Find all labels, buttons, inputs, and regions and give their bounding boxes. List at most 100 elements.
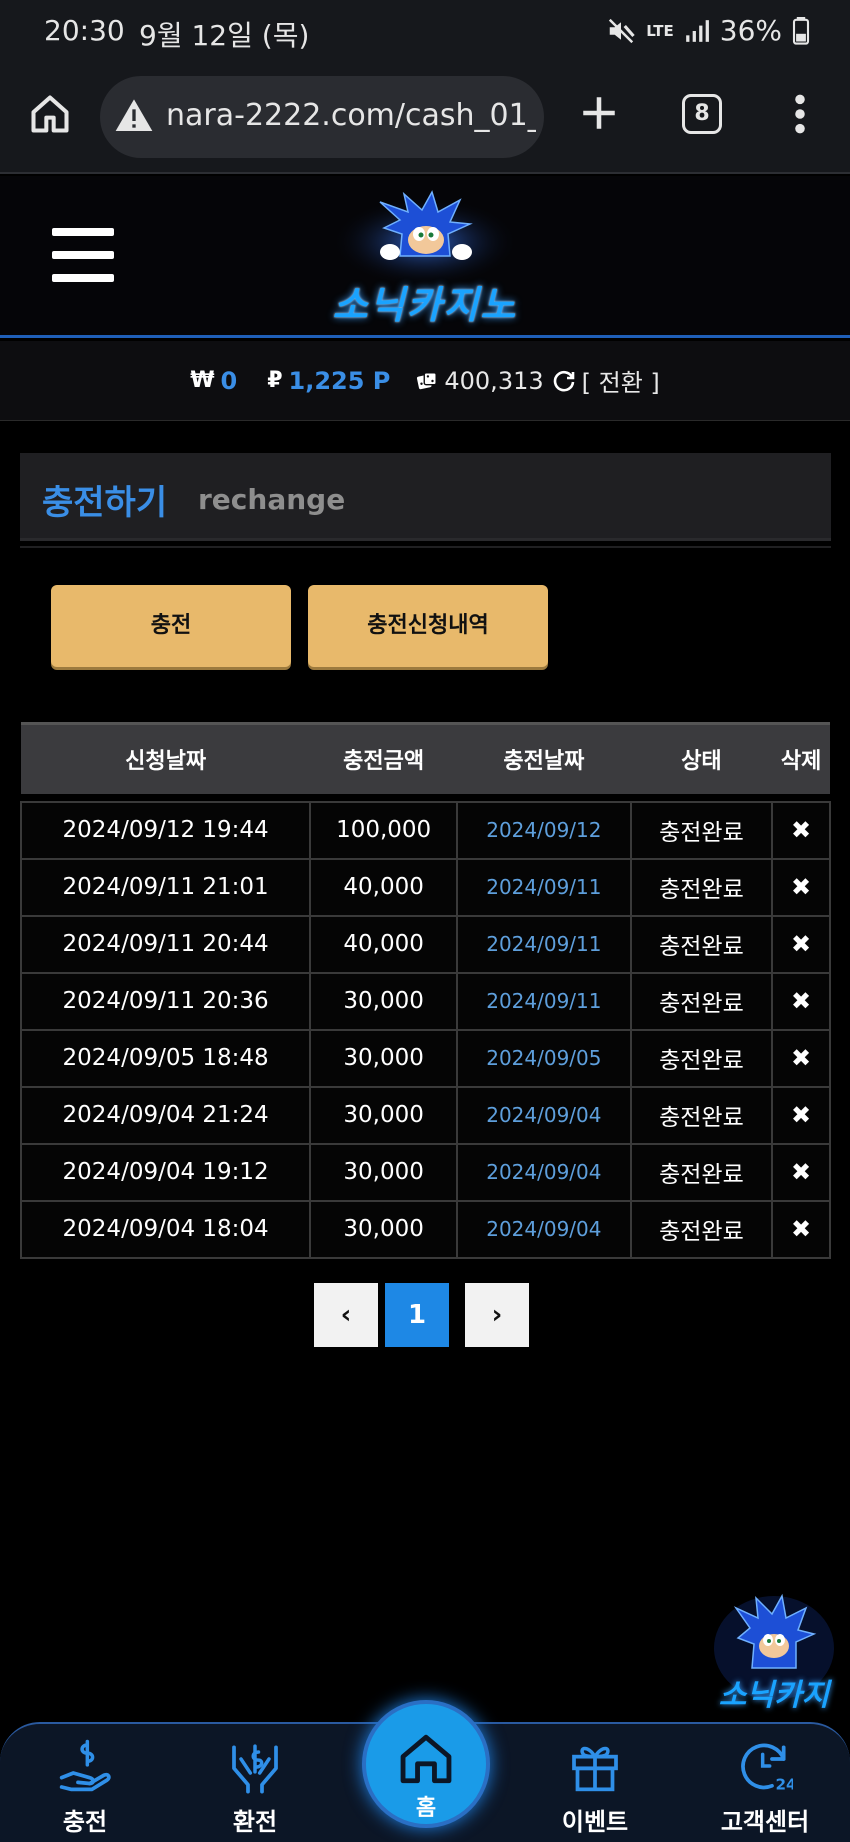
delete-x-icon[interactable]: ✖ [791,1044,811,1072]
browser-home-icon[interactable] [28,92,72,136]
cell-delete[interactable]: ✖ [771,857,831,917]
cell-delete[interactable]: ✖ [771,1085,831,1145]
cell-status: 충전완료 [629,800,774,860]
refresh-icon[interactable] [552,369,576,393]
section-subtitle: rechange [198,483,346,516]
new-tab-icon[interactable] [578,92,620,134]
next-page-button[interactable]: › [465,1283,529,1347]
nav-exchange[interactable]: 환전 [195,1738,315,1837]
delete-x-icon[interactable]: ✖ [791,873,811,901]
charge-history-table: 신청날짜 충전금액 충전날짜 상태 삭제 2024/09/12 19:44 100… [19,722,831,1259]
charge-button[interactable]: 충전 [51,585,291,667]
address-bar[interactable]: nara-2222.com/cash_01_1.a [100,76,544,158]
nav-event-label[interactable]: 이벤트 [535,1802,655,1837]
delete-x-icon[interactable]: ✖ [791,1215,811,1243]
cell-status: 충전완료 [629,1142,774,1202]
prev-page-button[interactable]: ‹ [314,1283,378,1347]
table-header-row: 신청날짜 충전금액 충전날짜 상태 삭제 [21,722,830,794]
cell-amount: 30,000 [309,1085,458,1145]
nav-home-button[interactable]: 홈 [362,1700,490,1828]
sonic-mascot-icon [330,190,520,288]
nav-charge[interactable]: 충전 [25,1738,145,1837]
cell-amount: 40,000 [309,857,458,917]
point-icon: ₽ [267,368,283,393]
tab-switcher-button[interactable]: 8 [682,94,722,134]
table-row: 2024/09/04 18:04 30,000 2024/09/04 충전완료 ✖ [19,1199,831,1259]
cell-amount: 100,000 [309,800,458,860]
cell-status: 충전완료 [629,1028,774,1088]
cell-request-date: 2024/09/04 21:24 [19,1085,312,1145]
balance-bar: ₩ 0 ₽ 1,225 P 400,313 [ 전환 ] [0,341,850,421]
table-row: 2024/09/04 19:12 30,000 2024/09/04 충전완료 ✖ [19,1142,831,1202]
url-text[interactable]: nara-2222.com/cash_01_1.a [166,98,536,133]
won-icon: ₩ [190,368,215,393]
status-date: 9월 12일 (목) [139,19,310,52]
network-label: LTE [646,21,674,40]
cell-request-date: 2024/09/11 21:01 [19,857,312,917]
nav-event[interactable]: 이벤트 [535,1738,655,1837]
cell-delete[interactable]: ✖ [771,914,831,974]
status-time: 20:30 [44,14,125,47]
nav-exchange-label[interactable]: 환전 [195,1802,315,1837]
won-balance: ₩ 0 [190,367,237,395]
gift-icon [572,1746,618,1792]
delete-x-icon[interactable]: ✖ [791,987,811,1015]
delete-x-icon[interactable]: ✖ [791,930,811,958]
home-icon [400,1734,452,1784]
menu-hamburger-icon[interactable] [52,228,114,284]
browser-toolbar: nara-2222.com/cash_01_1.a 8 [0,62,850,174]
convert-label[interactable]: [ 전환 ] [582,363,660,398]
more-options-icon[interactable] [786,92,814,136]
nav-support[interactable]: 24 고객센터 [705,1738,825,1837]
delete-x-icon[interactable]: ✖ [791,816,811,844]
charge-history-button[interactable]: 충전신청내역 [308,585,548,667]
cell-delete[interactable]: ✖ [771,800,831,860]
svg-text:24: 24 [776,1775,794,1793]
status-bar: 20:30 9월 12일 (목) LTE 36% [0,0,850,62]
cell-status: 충전완료 [629,1199,774,1259]
logo-text: 소닉카지노 [332,283,518,327]
cell-delete[interactable]: ✖ [771,1142,831,1202]
cell-delete[interactable]: ✖ [771,971,831,1031]
cell-status: 충전완료 [629,971,774,1031]
cell-amount: 30,000 [309,1199,458,1259]
cell-status: 충전완료 [629,857,774,917]
nav-home-label[interactable]: 홈 [366,1790,486,1822]
cell-request-date: 2024/09/11 20:36 [19,971,312,1031]
table-row: 2024/09/12 19:44 100,000 2024/09/12 충전완료 ✖ [19,800,831,860]
cell-charge-date: 2024/09/04 [456,1142,632,1202]
site-header: 소닉카지노 [0,176,850,338]
cell-charge-date: 2024/09/11 [456,971,632,1031]
cell-charge-date: 2024/09/11 [456,857,632,917]
chip-value: 400,313 [444,366,544,395]
cell-request-date: 2024/09/12 19:44 [19,800,312,860]
col-header-delete: 삭제 [772,722,830,794]
cell-status: 충전완료 [629,914,774,974]
cell-request-date: 2024/09/05 18:48 [19,1028,312,1088]
table-row: 2024/09/11 20:44 40,000 2024/09/11 충전완료 ✖ [19,914,831,974]
col-header-status: 상태 [630,722,773,794]
floating-logo-button[interactable]: 소닉카지 [710,1588,838,1713]
warning-icon[interactable] [114,96,154,136]
page-1-button[interactable]: 1 [385,1283,449,1347]
convert-button[interactable]: [ 전환 ] [552,363,660,398]
cell-delete[interactable]: ✖ [771,1028,831,1088]
nav-charge-label[interactable]: 충전 [25,1802,145,1837]
floating-logo-text: 소닉카지 [718,1678,830,1713]
cell-amount: 30,000 [309,1142,458,1202]
nav-support-label[interactable]: 고객센터 [705,1802,825,1837]
cell-charge-date: 2024/09/04 [456,1199,632,1259]
cell-delete[interactable]: ✖ [771,1199,831,1259]
cell-charge-date: 2024/09/12 [456,800,632,860]
table-row: 2024/09/05 18:48 30,000 2024/09/05 충전완료 ✖ [19,1028,831,1088]
delete-x-icon[interactable]: ✖ [791,1101,811,1129]
section-header: 충전하기 rechange [20,453,831,541]
table-row: 2024/09/11 21:01 40,000 2024/09/11 충전완료 ✖ [19,857,831,917]
delete-x-icon[interactable]: ✖ [791,1158,811,1186]
hand-coin-icon [59,1739,111,1792]
battery-icon [792,16,810,45]
cell-request-date: 2024/09/04 19:12 [19,1142,312,1202]
spacer-cell [21,793,830,802]
cell-amount: 30,000 [309,971,458,1031]
site-logo[interactable]: 소닉카지노 [300,190,550,327]
